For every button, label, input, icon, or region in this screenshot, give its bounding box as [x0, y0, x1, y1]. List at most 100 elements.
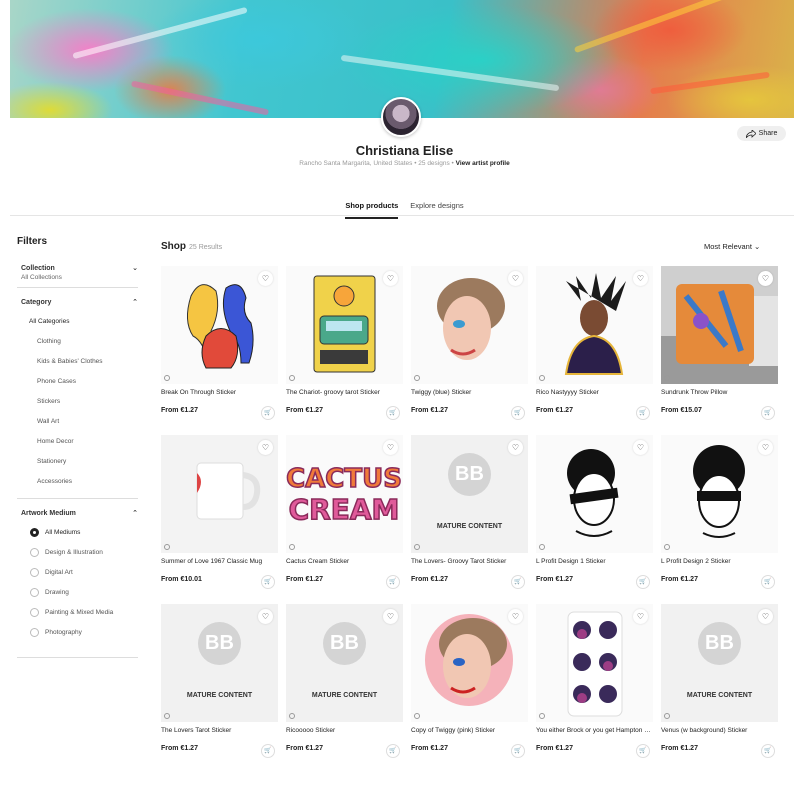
product-image[interactable]: ♡ — [661, 435, 778, 553]
product-image[interactable]: ♡ — [536, 266, 653, 384]
info-icon[interactable] — [289, 713, 295, 719]
info-icon[interactable] — [539, 375, 545, 381]
product-name[interactable]: Copy of Twiggy (pink) Sticker — [411, 727, 528, 734]
tab-shop-products[interactable]: Shop products — [345, 199, 399, 219]
category-item-stickers[interactable]: Stickers — [21, 392, 138, 412]
radio-icon[interactable] — [30, 548, 39, 557]
product-card[interactable]: ♡ L Profit Design 2 Sticker From €1.27 🛒 — [661, 435, 778, 604]
category-item-all[interactable]: All Categories — [21, 312, 138, 332]
category-item-phone-cases[interactable]: Phone Cases — [21, 372, 138, 392]
mature-content-placeholder[interactable]: MATURE CONTENT ♡ — [411, 435, 528, 553]
product-card[interactable]: ♡ You either Brock or you get Hampton Sti… — [536, 604, 653, 773]
radio-icon[interactable] — [30, 568, 39, 577]
heart-outline-icon[interactable]: ♡ — [258, 440, 273, 455]
info-icon[interactable] — [164, 713, 170, 719]
product-name[interactable]: You either Brock or you get Hampton Stic… — [536, 727, 653, 734]
heart-outline-icon[interactable]: ♡ — [383, 440, 398, 455]
mature-content-placeholder[interactable]: MATURE CONTENT ♡ — [286, 604, 403, 722]
add-to-cart-icon[interactable]: 🛒 — [261, 575, 275, 589]
info-icon[interactable] — [164, 544, 170, 550]
heart-outline-icon[interactable]: ♡ — [258, 609, 273, 624]
add-to-cart-icon[interactable]: 🛒 — [511, 406, 525, 420]
add-to-cart-icon[interactable]: 🛒 — [386, 406, 400, 420]
heart-outline-icon[interactable]: ♡ — [508, 440, 523, 455]
radio-icon[interactable] — [30, 608, 39, 617]
medium-option-drawing[interactable]: Drawing — [21, 588, 138, 597]
product-image[interactable]: ♡ — [536, 604, 653, 722]
product-image[interactable]: ♡ — [411, 266, 528, 384]
product-image[interactable]: ♡ — [661, 266, 778, 384]
product-card[interactable]: ♡ Twiggy (blue) Sticker From €1.27 🛒 — [411, 266, 528, 435]
heart-outline-icon[interactable]: ♡ — [508, 271, 523, 286]
heart-outline-icon[interactable]: ♡ — [383, 271, 398, 286]
heart-outline-icon[interactable]: ♡ — [633, 609, 648, 624]
info-icon[interactable] — [289, 375, 295, 381]
heart-outline-icon[interactable]: ♡ — [758, 271, 773, 286]
category-item-home-decor[interactable]: Home Decor — [21, 432, 138, 452]
product-card[interactable]: CACTUS CREAM ♡ Cactus Cream Sticker From €1.… — [286, 435, 403, 604]
product-card[interactable]: MATURE CONTENT♡The Lovers Tarot StickerF… — [161, 604, 278, 773]
radio-icon[interactable] — [30, 628, 39, 637]
medium-option-painting[interactable]: Painting & Mixed Media — [21, 608, 138, 617]
heart-outline-icon[interactable]: ♡ — [758, 609, 773, 624]
product-name[interactable]: Venus (w background) Sticker — [661, 727, 778, 734]
category-filter-header[interactable]: Category ⌃ — [21, 298, 138, 307]
product-image[interactable]: CACTUS CREAM ♡ — [286, 435, 403, 553]
radio-selected-icon[interactable] — [30, 528, 39, 537]
category-item-stationery[interactable]: Stationery — [21, 452, 138, 472]
info-icon[interactable] — [164, 375, 170, 381]
heart-outline-icon[interactable]: ♡ — [758, 440, 773, 455]
medium-option-design[interactable]: Design & Illustration — [21, 548, 138, 557]
product-card[interactable]: ♡ Rico Nastyyyy Sticker From €1.27 🛒 — [536, 266, 653, 435]
medium-filter-header[interactable]: Artwork Medium ⌃ — [21, 509, 138, 518]
category-item-kids-babies[interactable]: Kids & Babies' Clothes — [21, 352, 138, 372]
product-image[interactable]: ♡ — [536, 435, 653, 553]
product-name[interactable]: L Profit Design 1 Sticker — [536, 558, 653, 565]
category-item-accessories[interactable]: Accessories — [21, 472, 138, 492]
info-icon[interactable] — [664, 375, 670, 381]
share-button[interactable]: Share — [737, 126, 786, 141]
info-icon[interactable] — [414, 713, 420, 719]
medium-option-digital[interactable]: Digital Art — [21, 568, 138, 577]
product-image[interactable]: ♡ — [286, 266, 403, 384]
add-to-cart-icon[interactable]: 🛒 — [636, 406, 650, 420]
info-icon[interactable] — [289, 544, 295, 550]
category-item-wall-art[interactable]: Wall Art — [21, 412, 138, 432]
product-name[interactable]: Cactus Cream Sticker — [286, 558, 403, 565]
product-name[interactable]: Break On Through Sticker — [161, 389, 278, 396]
product-image[interactable]: ♡ — [161, 435, 278, 553]
view-artist-profile-link[interactable]: View artist profile — [456, 160, 510, 167]
info-icon[interactable] — [414, 375, 420, 381]
product-card[interactable]: ♡ Break On Through Sticker From €1.27 🛒 — [161, 266, 278, 435]
radio-icon[interactable] — [30, 588, 39, 597]
product-card[interactable]: ♡ L Profit Design 1 Sticker From €1.27 🛒 — [536, 435, 653, 604]
medium-option-photography[interactable]: Photography — [21, 628, 138, 637]
product-name[interactable]: Twiggy (blue) Sticker — [411, 389, 528, 396]
product-name[interactable]: The Lovers- Groovy Tarot Sticker — [411, 558, 528, 565]
product-card[interactable]: ♡ Copy of Twiggy (pink) Sticker From €1.27… — [411, 604, 528, 773]
product-name[interactable]: Sundrunk Throw Pillow — [661, 389, 778, 396]
product-name[interactable]: The Chariot- groovy tarot Sticker — [286, 389, 403, 396]
product-name[interactable]: The Lovers Tarot Sticker — [161, 727, 278, 734]
add-to-cart-icon[interactable]: 🛒 — [636, 575, 650, 589]
info-icon[interactable] — [539, 544, 545, 550]
medium-option-all[interactable]: All Mediums — [21, 528, 138, 537]
product-image[interactable]: ♡ — [411, 604, 528, 722]
heart-outline-icon[interactable]: ♡ — [508, 609, 523, 624]
info-icon[interactable] — [414, 544, 420, 550]
add-to-cart-icon[interactable]: 🛒 — [261, 406, 275, 420]
product-card[interactable]: ♡ Summer of Love 1967 Classic Mug From €10… — [161, 435, 278, 604]
add-to-cart-icon[interactable]: 🛒 — [511, 575, 525, 589]
add-to-cart-icon[interactable]: 🛒 — [386, 575, 400, 589]
artist-avatar[interactable] — [381, 97, 421, 137]
sort-dropdown[interactable]: Most Relevant ⌄ — [704, 242, 760, 251]
product-name[interactable]: Rico Nastyyyy Sticker — [536, 389, 653, 396]
heart-outline-icon[interactable]: ♡ — [383, 609, 398, 624]
mature-content-placeholder[interactable]: MATURE CONTENT ♡ — [161, 604, 278, 722]
category-item-clothing[interactable]: Clothing — [21, 332, 138, 352]
info-icon[interactable] — [664, 544, 670, 550]
add-to-cart-icon[interactable]: 🛒 — [761, 406, 775, 420]
product-name[interactable]: Summer of Love 1967 Classic Mug — [161, 558, 278, 565]
collection-filter-header[interactable]: Collection ⌄ — [21, 264, 138, 273]
product-card[interactable]: ♡ Sundrunk Throw Pillow From €15.07 🛒 — [661, 266, 778, 435]
